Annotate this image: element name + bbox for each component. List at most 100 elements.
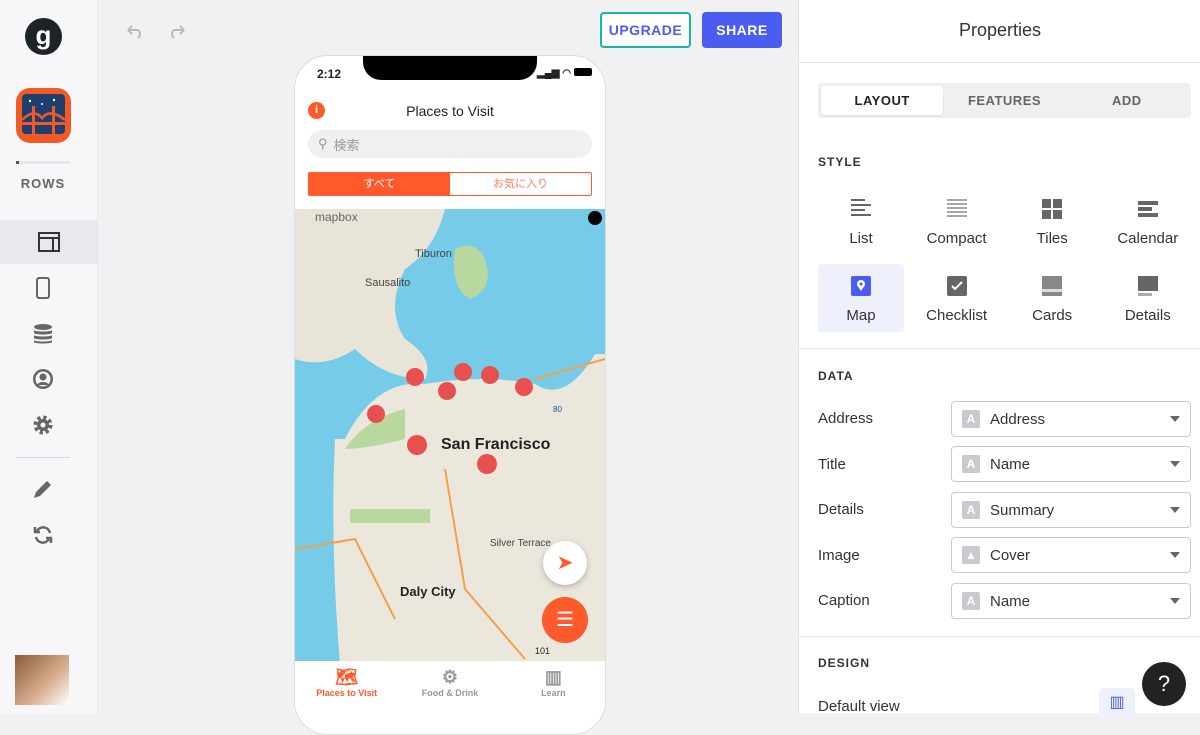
divider: [799, 348, 1200, 349]
details-label: Details: [818, 501, 864, 518]
calendar-icon: [1137, 201, 1158, 217]
phone-icon: [36, 277, 50, 299]
image-type-icon: ▲: [962, 546, 980, 564]
sync-icon: [33, 526, 53, 544]
nav-settings[interactable]: [0, 403, 86, 447]
details-icon: [1137, 276, 1158, 296]
section-label: ROWS: [20, 176, 66, 191]
style-heading: STYLE: [818, 155, 862, 169]
style-calendar[interactable]: Calendar: [1105, 187, 1191, 255]
award-icon: ⚙︎: [441, 667, 459, 687]
user-avatar[interactable]: [15, 655, 69, 705]
gear-icon: [33, 415, 53, 435]
search-icon: ⚲: [318, 136, 328, 151]
default-view-map-option[interactable]: ▥: [1099, 688, 1135, 718]
list-style-icon: [851, 199, 871, 216]
signal-icon: ▂▄▆: [537, 68, 560, 79]
style-details[interactable]: Details: [1105, 264, 1191, 332]
map-icon: ▥: [1109, 694, 1125, 711]
caption-label: Caption: [818, 592, 870, 609]
tab-learn[interactable]: ▥ Learn: [502, 661, 605, 721]
map-marker: [477, 454, 497, 474]
battery-icon: [573, 68, 592, 76]
segment-all[interactable]: すべて: [309, 173, 450, 195]
map-view[interactable]: mapbox Tiburon Sausalito San Francisco S…: [295, 209, 605, 661]
cards-icon: [1042, 276, 1063, 296]
nav-phone[interactable]: [0, 266, 86, 310]
style-map[interactable]: Map: [818, 264, 904, 332]
style-compact[interactable]: Compact: [914, 187, 1000, 255]
default-view-label: Default view: [818, 698, 900, 715]
style-tiles[interactable]: Tiles: [1009, 187, 1095, 255]
nav-edit[interactable]: [0, 467, 86, 511]
help-button[interactable]: ?: [1142, 662, 1186, 706]
data-heading: DATA: [818, 369, 854, 383]
nav-sync[interactable]: [0, 513, 86, 557]
divider: [16, 457, 70, 458]
caret-down-icon: [1170, 461, 1180, 467]
glide-logo[interactable]: g: [25, 18, 62, 55]
share-button[interactable]: SHARE: [702, 12, 782, 48]
panel-tabs: LAYOUT FEATURES ADD: [818, 83, 1191, 118]
image-select[interactable]: ▲ Cover: [951, 537, 1191, 573]
user-circle-icon: [33, 369, 53, 389]
progress-track: [16, 161, 70, 164]
caption-select[interactable]: A Name: [951, 583, 1191, 619]
status-icons: ▂▄▆ ◠: [537, 68, 592, 79]
tab-features[interactable]: FEATURES: [943, 86, 1065, 115]
book-icon: ▥: [544, 667, 562, 687]
style-checklist[interactable]: Checklist: [914, 264, 1000, 332]
map-marker: [515, 378, 533, 396]
title-select[interactable]: A Name: [951, 446, 1191, 482]
search-input[interactable]: ⚲ 検索: [308, 130, 592, 158]
tab-food[interactable]: ⚙︎ Food & Drink: [398, 661, 501, 721]
panel-title: Properties: [958, 20, 1042, 40]
undo-icon[interactable]: [124, 22, 146, 38]
status-time: 2:12: [317, 67, 342, 81]
map-label: Daly City: [400, 584, 456, 599]
image-label: Image: [818, 547, 860, 564]
caret-down-icon: [1170, 552, 1180, 558]
segment-favorites[interactable]: お気に入り: [450, 173, 591, 195]
map-icon: 🗺︎: [335, 667, 359, 687]
app-icon[interactable]: [16, 88, 71, 143]
map-label: Sausalito: [365, 277, 410, 289]
style-grid: List Compact Tiles Calendar Map Checklis…: [818, 187, 1191, 332]
nav-layout[interactable]: [0, 220, 98, 264]
tab-add[interactable]: ADD: [1066, 86, 1188, 115]
tab-places[interactable]: 🗺︎ Places to Visit: [295, 661, 398, 721]
style-list[interactable]: List: [818, 187, 904, 255]
properties-panel: Properties LAYOUT FEATURES ADD STYLE Lis…: [798, 0, 1200, 718]
map-label: Silver Terrace: [490, 538, 551, 549]
pencil-icon: [34, 481, 51, 498]
list-view-button[interactable]: ☰: [542, 597, 588, 643]
phone-notch: [363, 56, 537, 80]
details-select[interactable]: A Summary: [951, 492, 1191, 528]
map-label: Tiburon: [415, 248, 452, 260]
redo-icon[interactable]: [166, 22, 188, 38]
text-type-icon: A: [962, 501, 980, 519]
wifi-icon: ◠: [562, 68, 571, 79]
phone-preview: 2:12 ▂▄▆ ◠ i Places to Visit ⚲ 検索 すべて お気に…: [294, 55, 606, 735]
text-type-icon: A: [962, 410, 980, 428]
map-label: San Francisco: [441, 436, 551, 453]
sidebar: g ROWS: [0, 0, 98, 713]
divider: [799, 62, 1200, 63]
address-select[interactable]: A Address: [951, 401, 1191, 437]
style-cards[interactable]: Cards: [1009, 264, 1095, 332]
golden-gate-park: [350, 509, 430, 523]
layout-icon: [38, 232, 60, 252]
locate-button[interactable]: ➤: [543, 541, 587, 585]
tab-layout[interactable]: LAYOUT: [821, 86, 944, 115]
design-heading: DESIGN: [818, 656, 871, 670]
tab-bar: 🗺︎ Places to Visit ⚙︎ Food & Drink ▥ Learn: [295, 661, 605, 721]
highway-shield: 80: [553, 405, 562, 414]
caret-down-icon: [1170, 416, 1180, 422]
upgrade-button[interactable]: UPGRADE: [600, 12, 691, 48]
bridge-icon: [21, 94, 66, 134]
nav-data[interactable]: [0, 312, 86, 356]
map-marker: [406, 368, 424, 386]
nav-users[interactable]: [0, 357, 86, 401]
map-marker: [438, 382, 456, 400]
caret-down-icon: [1170, 507, 1180, 513]
